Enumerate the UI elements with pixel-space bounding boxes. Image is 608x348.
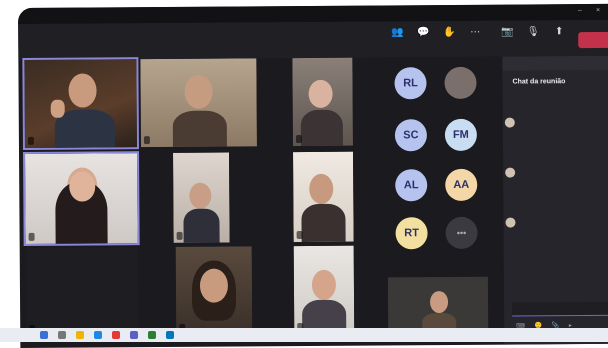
video-tile[interactable] [26,247,139,336]
participant-name [297,231,303,239]
message-meta [519,166,608,167]
avatar[interactable] [444,67,476,99]
browser-icon[interactable] [94,331,102,339]
avatar-initials: FM [453,129,469,141]
self-view[interactable] [388,277,488,336]
participant-name [29,233,35,241]
avatar[interactable]: AL [395,169,427,201]
video-tile[interactable] [293,152,354,242]
chat-message [519,166,608,167]
video-grid [24,58,376,340]
overflow-icon: ••• [457,228,467,238]
search-icon[interactable] [58,331,66,339]
avatar-overflow[interactable]: ••• [445,217,477,249]
video-tile[interactable] [24,59,137,148]
mic-button[interactable]: 🎙 [522,26,544,52]
chat-header: Chat da reunião [513,78,566,85]
video-tile[interactable] [176,246,253,335]
message-meta [519,216,608,217]
meeting-toolbar: ⁣ 👥 💬 ✋ ⋯ 📷 🎙 [18,20,608,60]
minimize-button[interactable]: – [578,7,582,14]
sender-avatar [505,218,515,228]
avatar[interactable]: RT [395,217,427,249]
people-button[interactable]: 👥 [386,27,408,53]
start-icon[interactable] [40,331,48,339]
sender-avatar [505,118,515,128]
share-icon: ⬆ [555,26,563,38]
participant-avatars: RL SC FM AL AA RT ••• [380,57,502,274]
app-icon[interactable] [166,331,174,339]
video-tile[interactable] [294,246,355,334]
chat-button[interactable]: 💬 [412,27,434,53]
avatar-initials: AL [404,179,419,191]
raise-hand-button[interactable]: ✋ [438,27,460,53]
avatar-initials: RL [403,77,418,89]
camera-button[interactable]: 📷 [496,27,518,53]
mic-icon: 🎙 [527,26,540,38]
avatar[interactable]: FM [445,119,477,151]
hand-icon: ✋ [443,27,456,39]
chat-icon: 💬 [417,27,430,39]
chat-panel-top [502,56,608,71]
avatar[interactable]: SC [395,119,427,151]
meeting-window: – × ⁣ 👥 💬 ✋ ⋯ 📷 [18,4,608,348]
meeting-chat-panel: Chat da reunião ⌨ 🙂 📎 ▸ [502,56,608,345]
participant-name [296,135,302,143]
chat-message [519,116,608,117]
chat-message [519,216,608,217]
avatar-initials: SC [403,129,418,141]
avatar[interactable]: AA [445,169,477,201]
video-tile[interactable] [173,153,230,243]
message-text [519,116,608,117]
avatar[interactable]: RL [394,67,426,99]
app-icon[interactable] [112,331,120,339]
chat-compose-input[interactable] [512,302,608,317]
share-button[interactable]: ⬆ [548,26,570,52]
video-tile[interactable] [140,58,257,147]
more-icon: ⋯ [470,27,480,39]
message-text [519,216,608,217]
folder-icon[interactable] [76,331,84,339]
leave-button[interactable] [578,32,608,48]
participant-name [28,137,34,145]
camera-icon: 📷 [501,27,514,39]
message-meta [519,116,608,117]
avatar-initials: AA [453,179,469,191]
participant-name [144,136,150,144]
video-tile[interactable] [292,58,353,146]
teams-icon[interactable] [130,331,138,339]
more-button[interactable]: ⋯ [464,27,486,53]
video-tile[interactable] [25,153,138,244]
close-button[interactable]: × [596,7,600,14]
participant-name [177,232,183,240]
message-text [519,166,608,167]
screenshot-frame: – × ⁣ 👥 💬 ✋ ⋯ 📷 [0,0,608,342]
app-icon[interactable] [148,331,156,339]
people-icon: 👥 [391,27,404,39]
sender-avatar [505,168,515,178]
os-taskbar [0,328,608,342]
avatar-initials: RT [404,227,419,239]
